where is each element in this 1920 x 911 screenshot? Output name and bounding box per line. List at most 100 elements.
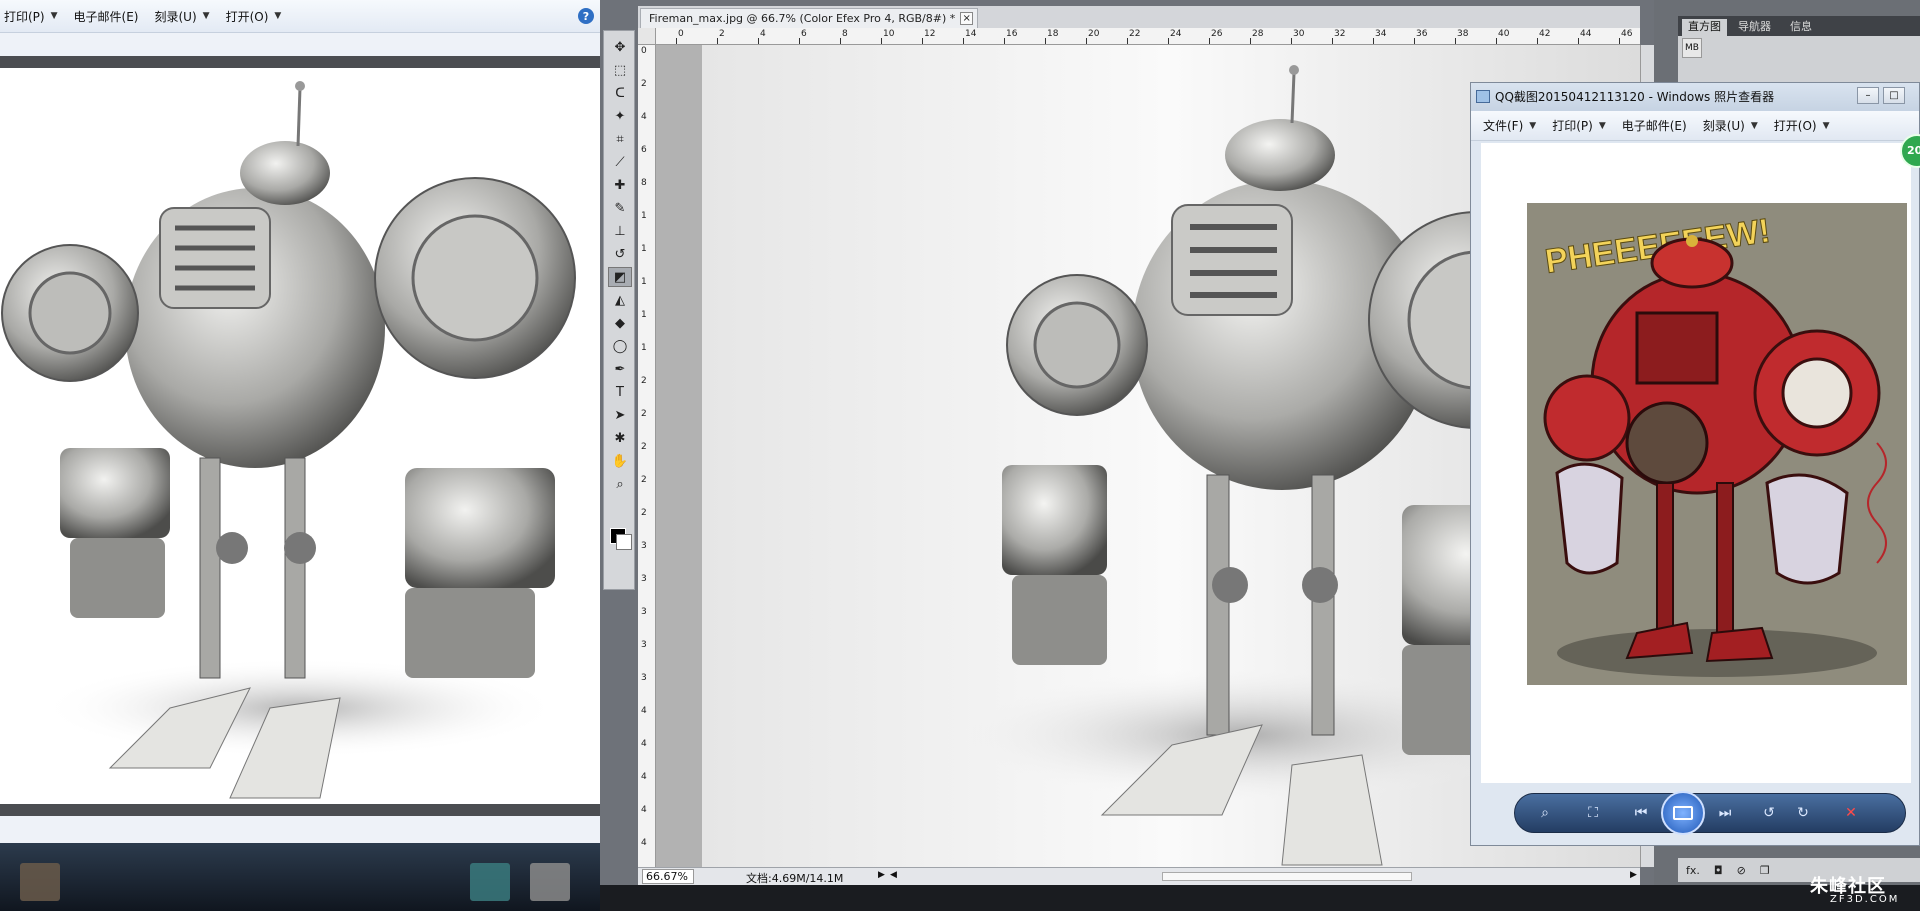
left-menu-email[interactable]: 电子邮件(E) — [70, 8, 151, 25]
maximize-button[interactable]: □ — [1883, 87, 1905, 104]
ruler-tick — [1332, 38, 1333, 44]
lasso-tool-icon[interactable]: ᑕ — [608, 83, 632, 103]
zoom-level-field[interactable]: 66.67% — [642, 869, 694, 884]
rotate-cw-icon[interactable]: ↻ — [1789, 799, 1817, 827]
chevron-down-icon: ▼ — [1598, 120, 1606, 131]
ruler-tick-label: 24 — [1170, 29, 1182, 39]
eraser-tool-icon[interactable]: ◩ — [608, 267, 632, 287]
left-robot-image — [0, 56, 600, 816]
document-tab-bar: Fireman_max.jpg @ 66.7% (Color Efex Pro … — [638, 6, 1640, 28]
ruler-tick-label: 4 — [641, 838, 647, 848]
right-menu-email[interactable]: 电子邮件(E) — [1618, 117, 1699, 134]
right-viewer-controls: ⌕ ⛶ ⏮ ⏭ ↺ ↻ ✕ — [1514, 791, 1906, 835]
document-size-info[interactable]: 文档:4.69M/14.1M — [746, 870, 843, 886]
ruler-tick — [1086, 38, 1087, 44]
rotate-ccw-icon[interactable]: ↺ — [1755, 799, 1783, 827]
right-menu-print[interactable]: 打印(P) ▼ — [1548, 117, 1618, 134]
scroll-right-icon[interactable]: ▶ — [1630, 870, 1637, 880]
ruler-tick — [840, 38, 841, 44]
stamp-tool-icon[interactable]: ⊥ — [608, 221, 632, 241]
minimize-button[interactable]: – — [1857, 87, 1879, 104]
horizontal-ruler[interactable]: 0 2 4 6 8 10 12 14 16 18 20 22 24 26 28 30 32 34 36 38 40 42 4… — [656, 28, 1640, 45]
help-icon[interactable]: ? — [578, 8, 594, 24]
taskbar-thumbnail[interactable] — [530, 863, 570, 901]
ruler-tick — [1291, 38, 1292, 44]
taskbar-thumbnail[interactable] — [470, 863, 510, 901]
right-viewer-titlebar[interactable]: QQ截图20150412113120 - Windows 照片查看器 – □ — [1471, 83, 1919, 111]
left-viewer-menubar: 打印(P) ▼ 电子邮件(E) 刻录(U) ▼ 打开(O) ▼ — [0, 0, 600, 33]
horizontal-scroll-thumb[interactable] — [1162, 872, 1412, 881]
tab-info[interactable]: 信息 — [1784, 19, 1818, 36]
ruler-tick-label: 40 — [1498, 29, 1510, 39]
vertical-ruler[interactable]: 0 2 4 6 8 1 1 1 1 1 2 2 2 2 2 3 3 3 3 3 4 4 4 4 4 — [638, 45, 656, 867]
fit-window-icon[interactable]: ⛶ — [1579, 799, 1607, 827]
ruler-tick — [1168, 38, 1169, 44]
ruler-tick-label: 26 — [1211, 29, 1223, 39]
left-menu-print[interactable]: 打印(P) ▼ — [0, 8, 70, 25]
ruler-tick-label: 18 — [1047, 29, 1059, 39]
ruler-tick — [963, 38, 964, 44]
paint-bucket-tool-icon[interactable]: ◭ — [608, 290, 632, 310]
tab-navigator[interactable]: 导航器 — [1732, 19, 1777, 36]
right-menu-open[interactable]: 打开(O) ▼ — [1770, 117, 1842, 134]
mini-bridge-icon[interactable]: MB — [1682, 38, 1702, 58]
ruler-tick-label: 38 — [1457, 29, 1469, 39]
ruler-origin[interactable] — [638, 28, 656, 45]
ruler-tick — [922, 38, 923, 44]
quick-select-tool-icon[interactable]: ✦ — [608, 106, 632, 126]
slideshow-button[interactable] — [1661, 791, 1705, 835]
new-layer-icon[interactable]: ❐ — [1760, 864, 1770, 877]
eyedropper-tool-icon[interactable]: ⟋ — [608, 152, 632, 172]
pen-tool-icon[interactable]: ✒ — [608, 359, 632, 379]
menu-label: 打印(P) — [1552, 119, 1593, 133]
ruler-tick — [1209, 38, 1210, 44]
ruler-tick-label: 8 — [842, 29, 848, 39]
left-menu-open[interactable]: 打开(O) ▼ — [222, 8, 294, 25]
background-color-swatch[interactable] — [616, 534, 632, 550]
ruler-tick-label: 3 — [641, 640, 647, 650]
blur-tool-icon[interactable]: ◆ — [608, 313, 632, 333]
path-select-tool-icon[interactable]: ➤ — [608, 405, 632, 425]
marquee-tool-icon[interactable]: ⬚ — [608, 60, 632, 80]
zoom-tool-icon[interactable]: ⌕ — [608, 474, 632, 494]
tools-panel: ✥ ⬚ ᑕ ✦ ⌗ ⟋ ✚ ✎ ⊥ ↺ ◩ ◭ ◆ ◯ ✒ T ➤ ✱ ✋ ⌕ — [603, 30, 635, 590]
document-tab[interactable]: Fireman_max.jpg @ 66.7% (Color Efex Pro … — [640, 8, 979, 28]
shape-tool-icon[interactable]: ✱ — [608, 428, 632, 448]
right-menu-file[interactable]: 文件(F) ▼ — [1479, 117, 1548, 134]
close-icon[interactable]: × — [960, 12, 974, 25]
layer-mask-icon[interactable]: ◘ — [1714, 864, 1723, 877]
brush-tool-icon[interactable]: ✎ — [608, 198, 632, 218]
ruler-tick-label: 1 — [641, 211, 647, 221]
type-tool-icon[interactable]: T — [608, 382, 632, 402]
hand-tool-icon[interactable]: ✋ — [608, 451, 632, 471]
right-menu-burn[interactable]: 刻录(U) ▼ — [1699, 117, 1770, 134]
crop-tool-icon[interactable]: ⌗ — [608, 129, 632, 149]
left-menu-burn[interactable]: 刻录(U) ▼ — [150, 8, 221, 25]
layer-fx-icon[interactable]: fx. — [1686, 864, 1700, 877]
next-icon[interactable]: ⏭ — [1711, 799, 1739, 827]
ruler-tick — [1004, 38, 1005, 44]
ruler-tick — [717, 38, 718, 44]
ruler-tick-label: 4 — [760, 29, 766, 39]
ruler-tick — [1455, 38, 1456, 44]
ruler-tick — [1537, 38, 1538, 44]
tab-histogram[interactable]: 直方图 — [1682, 19, 1727, 36]
history-brush-tool-icon[interactable]: ↺ — [608, 244, 632, 264]
dodge-tool-icon[interactable]: ◯ — [608, 336, 632, 356]
ruler-tick-label: 4 — [641, 739, 647, 749]
zoom-icon[interactable]: ⌕ — [1531, 799, 1559, 827]
ruler-tick — [1619, 38, 1620, 44]
taskbar-thumbnail[interactable] — [20, 863, 60, 901]
ruler-tick-label: 28 — [1252, 29, 1264, 39]
menu-label: 打印(P) — [4, 9, 45, 24]
delete-icon[interactable]: ✕ — [1837, 799, 1865, 827]
right-photo-viewer: QQ截图20150412113120 - Windows 照片查看器 – □ 文… — [1470, 82, 1920, 846]
status-menu-arrow-icon[interactable]: ▶ — [878, 870, 885, 880]
move-tool-icon[interactable]: ✥ — [608, 37, 632, 57]
adjustment-layer-icon[interactable]: ⊘ — [1737, 864, 1746, 877]
previous-icon[interactable]: ⏮ — [1627, 799, 1655, 827]
healing-brush-tool-icon[interactable]: ✚ — [608, 175, 632, 195]
menu-label: 电子邮件(E) — [73, 9, 139, 24]
scroll-left-icon[interactable]: ◀ — [890, 870, 897, 880]
ruler-tick — [1045, 38, 1046, 44]
